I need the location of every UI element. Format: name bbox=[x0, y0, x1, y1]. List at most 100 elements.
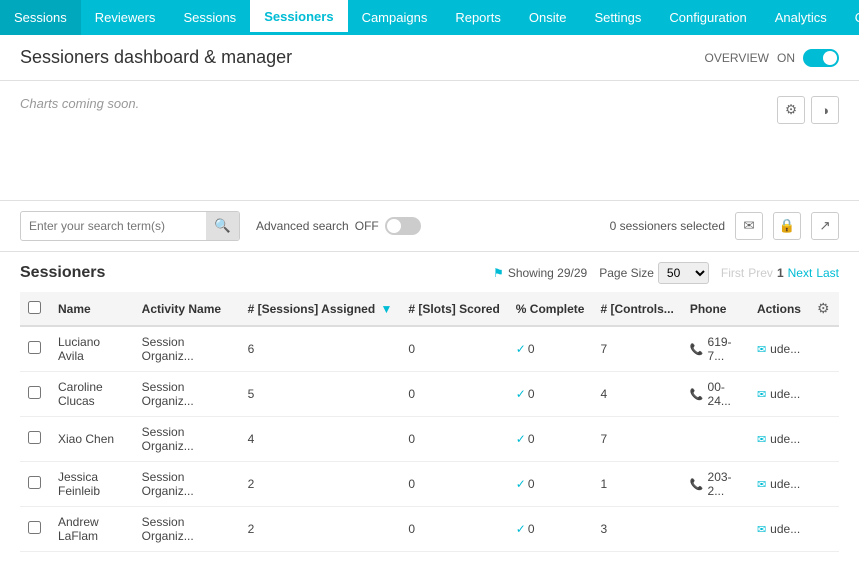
search-button[interactable]: 🔍 bbox=[206, 212, 239, 240]
toggle-on-label: ON bbox=[777, 51, 795, 65]
search-bar: 🔍 Advanced search OFF 0 sessioners selec… bbox=[0, 201, 859, 252]
row-activity: Session Organiz... bbox=[134, 326, 240, 372]
selected-count-area: 0 sessioners selected ✉ 🔒 ↗ bbox=[610, 212, 839, 240]
table-row: Andrew LaFlam Session Organiz... 2 0 ✓0 … bbox=[20, 507, 839, 552]
overview-area: OVERVIEW ON bbox=[705, 49, 839, 67]
row-phone bbox=[682, 507, 749, 552]
col-actions: Actions bbox=[749, 292, 809, 326]
row-extra bbox=[809, 507, 839, 552]
row-email: ✉ ude... bbox=[749, 462, 809, 507]
nav-item-sessions[interactable]: Sessions bbox=[0, 0, 81, 35]
col-gear: ⚙ bbox=[809, 292, 839, 326]
email-icon: ✉ bbox=[757, 343, 766, 356]
top-navigation: Sessions Reviewers Sessions Sessioners C… bbox=[0, 0, 859, 35]
nav-item-reports[interactable]: Reports bbox=[441, 0, 515, 35]
nav-item-reviewers[interactable]: Reviewers bbox=[81, 0, 170, 35]
row-checkbox[interactable] bbox=[28, 341, 41, 354]
nav-item-operation[interactable]: Operation bbox=[841, 0, 859, 35]
advanced-search-area: Advanced search OFF bbox=[256, 217, 421, 235]
nav-item-onsite[interactable]: Onsite bbox=[515, 0, 581, 35]
page-size-select[interactable]: 10 25 50 100 bbox=[658, 262, 709, 284]
charts-icons: ⚙ ◑ bbox=[777, 96, 839, 124]
row-email: ✉ ude... bbox=[749, 326, 809, 372]
prev-page-link[interactable]: Prev bbox=[748, 266, 773, 280]
col-sessions-assigned[interactable]: # [Sessions] Assigned ▼ bbox=[240, 292, 401, 326]
nav-item-analytics[interactable]: Analytics bbox=[761, 0, 841, 35]
row-percent-complete: ✓0 bbox=[508, 372, 593, 417]
nav-item-settings[interactable]: Settings bbox=[580, 0, 655, 35]
table-area: Sessioners ⚑ Showing 29/29 Page Size 10 … bbox=[0, 252, 859, 562]
row-checkbox[interactable] bbox=[28, 431, 41, 444]
row-extra bbox=[809, 417, 839, 462]
row-controls: 4 bbox=[592, 372, 681, 417]
phone-number: 203-2... bbox=[708, 470, 741, 498]
row-checkbox-cell bbox=[20, 417, 50, 462]
nav-item-configuration[interactable]: Configuration bbox=[655, 0, 760, 35]
row-name: Jessica Feinleib bbox=[50, 462, 134, 507]
selected-count-label: 0 sessioners selected bbox=[610, 219, 725, 233]
row-checkbox[interactable] bbox=[28, 386, 41, 399]
nav-item-sessions2[interactable]: Sessions bbox=[169, 0, 250, 35]
phone-icon: 📞 bbox=[690, 388, 704, 401]
table-gear-button[interactable]: ⚙ bbox=[817, 300, 830, 317]
row-phone bbox=[682, 417, 749, 462]
email-value: ude... bbox=[770, 342, 800, 356]
row-percent-complete: ✓0 bbox=[508, 507, 593, 552]
advanced-search-toggle[interactable] bbox=[385, 217, 421, 235]
row-checkbox-cell bbox=[20, 507, 50, 552]
row-checkbox[interactable] bbox=[28, 476, 41, 489]
col-percent-complete: % Complete bbox=[508, 292, 593, 326]
row-slots-scored: 0 bbox=[400, 417, 507, 462]
col-controls: # [Controls... bbox=[592, 292, 681, 326]
select-all-header bbox=[20, 292, 50, 326]
phone-icon: 📞 bbox=[690, 478, 704, 491]
showing-label: Showing 29/29 bbox=[508, 266, 587, 280]
search-input[interactable] bbox=[21, 213, 206, 239]
col-activity: Activity Name bbox=[134, 292, 240, 326]
row-activity: Session Organiz... bbox=[134, 507, 240, 552]
row-phone: 📞619-7... bbox=[682, 326, 749, 372]
row-sessions-assigned: 2 bbox=[240, 507, 401, 552]
row-percent-complete: ✓0 bbox=[508, 417, 593, 462]
showing-info: ⚑ Showing 29/29 bbox=[493, 266, 587, 280]
email-action-button[interactable]: ✉ bbox=[735, 212, 763, 240]
row-sessions-assigned: 5 bbox=[240, 372, 401, 417]
col-name[interactable]: Name bbox=[50, 292, 134, 326]
table-body: Luciano Avila Session Organiz... 6 0 ✓0 … bbox=[20, 326, 839, 552]
row-activity: Session Organiz... bbox=[134, 462, 240, 507]
export-action-button[interactable]: ↗ bbox=[811, 212, 839, 240]
row-activity: Session Organiz... bbox=[134, 417, 240, 462]
row-activity: Session Organiz... bbox=[134, 372, 240, 417]
table-row: Caroline Clucas Session Organiz... 5 0 ✓… bbox=[20, 372, 839, 417]
row-percent-complete: ✓0 bbox=[508, 462, 593, 507]
table-header: Name Activity Name # [Sessions] Assigned… bbox=[20, 292, 839, 326]
page-header: Sessioners dashboard & manager OVERVIEW … bbox=[0, 35, 859, 81]
row-email: ✉ ude... bbox=[749, 417, 809, 462]
row-phone: 📞 203-2... bbox=[682, 462, 749, 507]
row-slots-scored: 0 bbox=[400, 326, 507, 372]
chart-view-button[interactable]: ◑ bbox=[811, 96, 839, 124]
row-email: ✉ ude... bbox=[749, 372, 809, 417]
row-controls: 7 bbox=[592, 417, 681, 462]
row-email: ✉ ude... bbox=[749, 507, 809, 552]
page-size-area: Page Size 10 25 50 100 bbox=[599, 262, 709, 284]
select-all-checkbox[interactable] bbox=[28, 301, 41, 314]
last-page-link[interactable]: Last bbox=[816, 266, 839, 280]
sessioners-table: Name Activity Name # [Sessions] Assigned… bbox=[20, 292, 839, 552]
col-phone: Phone bbox=[682, 292, 749, 326]
row-checkbox[interactable] bbox=[28, 521, 41, 534]
table-header-row: Sessioners ⚑ Showing 29/29 Page Size 10 … bbox=[20, 262, 839, 284]
first-page-link[interactable]: First bbox=[721, 266, 744, 280]
gear-settings-button[interactable]: ⚙ bbox=[777, 96, 805, 124]
row-controls: 7 bbox=[592, 326, 681, 372]
phone-number: 619-7... bbox=[708, 335, 741, 363]
advanced-search-label: Advanced search bbox=[256, 219, 349, 233]
overview-toggle[interactable] bbox=[803, 49, 839, 67]
row-name: Luciano Avila bbox=[50, 326, 134, 372]
email-icon: ✉ bbox=[757, 523, 766, 536]
nav-item-sessioners[interactable]: Sessioners bbox=[250, 0, 347, 35]
nav-item-campaigns[interactable]: Campaigns bbox=[348, 0, 442, 35]
next-page-link[interactable]: Next bbox=[788, 266, 813, 280]
page-title: Sessioners dashboard & manager bbox=[20, 47, 292, 68]
lock-action-button[interactable]: 🔒 bbox=[773, 212, 801, 240]
